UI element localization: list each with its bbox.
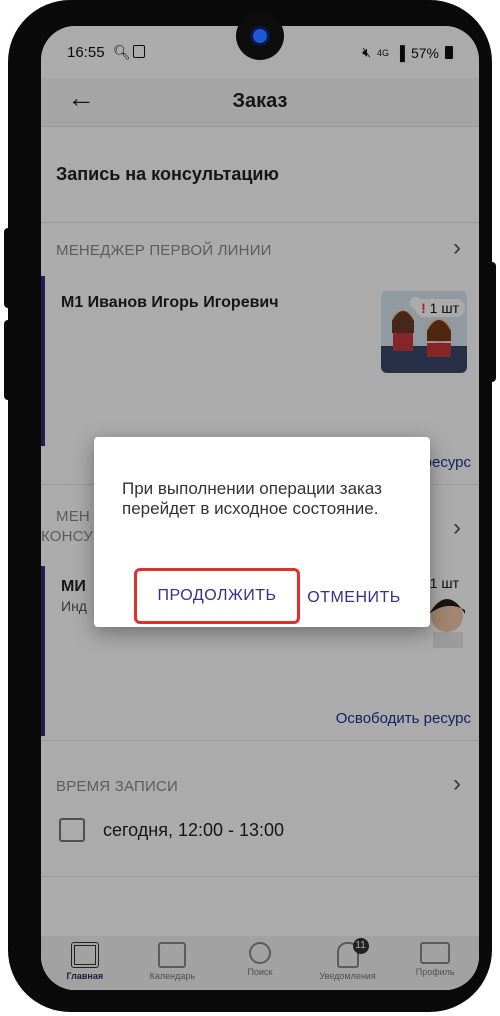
phone-frame: 16:55 🔍︎ 🔇︎ 4G ▐ 57% ← Заказ Запись на к… bbox=[8, 0, 492, 1012]
confirm-dialog: При выполнении операции заказ перейдет в… bbox=[94, 437, 430, 627]
cancel-button[interactable]: ОТМЕНИТЬ bbox=[300, 573, 408, 623]
phone-screen: 16:55 🔍︎ 🔇︎ 4G ▐ 57% ← Заказ Запись на к… bbox=[41, 26, 479, 990]
dialog-message: При выполнении операции заказ перейдет в… bbox=[122, 479, 382, 518]
continue-button[interactable]: ПРОДОЛЖИТЬ bbox=[134, 568, 300, 624]
front-camera bbox=[236, 12, 284, 60]
